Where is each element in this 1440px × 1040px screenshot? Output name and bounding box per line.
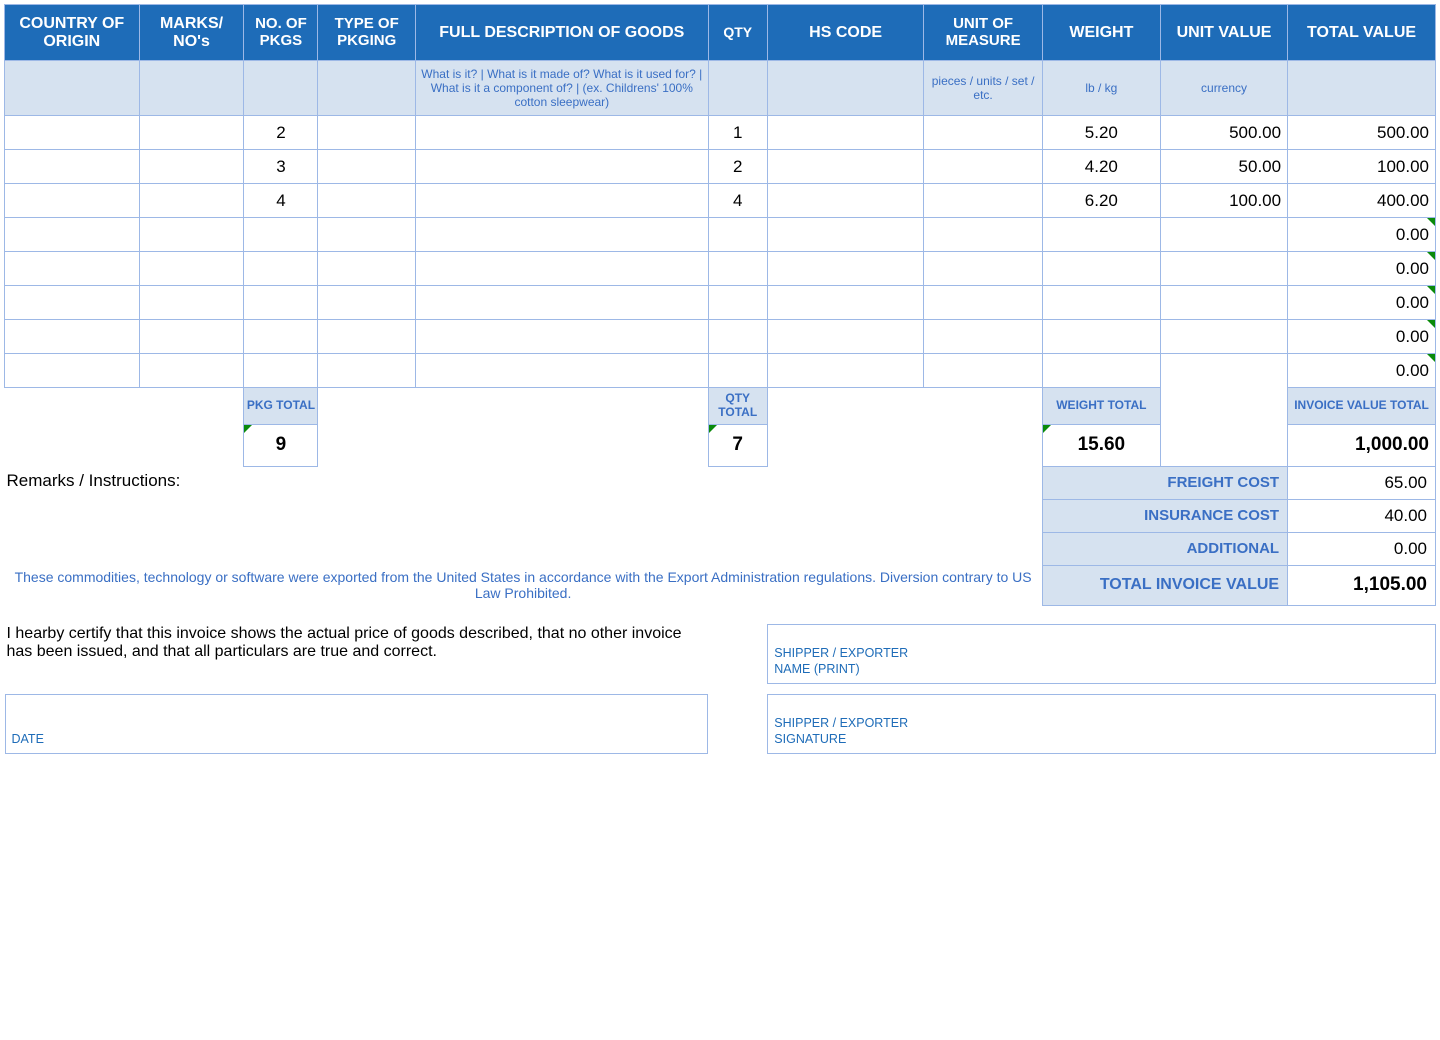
remarks-freight-row: Remarks / Instructions: FREIGHT COST 65.… bbox=[5, 466, 1436, 499]
weight-total-label: WEIGHT TOTAL bbox=[1042, 388, 1160, 425]
cell-pkgs[interactable]: 2 bbox=[244, 116, 318, 150]
cell-unitval[interactable]: 100.00 bbox=[1160, 184, 1287, 218]
hdr-unitval: UNIT VALUE bbox=[1160, 5, 1287, 61]
invoice-total-value: 1,000.00 bbox=[1288, 424, 1436, 466]
hint-weight: lb / kg bbox=[1042, 61, 1160, 116]
table-row: 3 2 4.20 50.00 100.00 bbox=[5, 150, 1436, 184]
cell-qty[interactable]: 2 bbox=[708, 150, 767, 184]
additional-label: ADDITIONAL bbox=[1042, 532, 1287, 565]
hint-unitval: currency bbox=[1160, 61, 1287, 116]
remarks-label: Remarks / Instructions: bbox=[5, 466, 1043, 565]
total-invoice-value: 1,105.00 bbox=[1288, 565, 1436, 605]
hint-uom: pieces / units / set / etc. bbox=[924, 61, 1042, 116]
export-footnote: These commodities, technology or softwar… bbox=[5, 565, 1043, 605]
cell-totval[interactable]: 0.00 bbox=[1288, 252, 1436, 286]
cell-totval[interactable]: 400.00 bbox=[1288, 184, 1436, 218]
comment-indicator-icon bbox=[709, 425, 717, 433]
comment-indicator-icon bbox=[1427, 218, 1435, 226]
signature-box[interactable]: SHIPPER / EXPORTERSIGNATURE bbox=[767, 694, 1435, 754]
comment-indicator-icon bbox=[1043, 425, 1051, 433]
header-row: COUNTRY OF ORIGIN MARKS/ NO's NO. OF PKG… bbox=[5, 5, 1436, 61]
comment-indicator-icon bbox=[244, 425, 252, 433]
table-row: 0.00 bbox=[5, 320, 1436, 354]
hdr-pkging: TYPE OF PKGING bbox=[318, 5, 416, 61]
shipper-name-box[interactable]: SHIPPER / EXPORTERNAME (PRINT) bbox=[767, 624, 1435, 684]
qty-total-value: 7 bbox=[708, 424, 767, 466]
table-row: 0.00 bbox=[5, 218, 1436, 252]
cell-totval[interactable]: 500.00 bbox=[1288, 116, 1436, 150]
pkg-total-value: 9 bbox=[244, 424, 318, 466]
freight-value[interactable]: 65.00 bbox=[1288, 466, 1436, 499]
additional-value[interactable]: 0.00 bbox=[1288, 532, 1436, 565]
cell-qty[interactable]: 4 bbox=[708, 184, 767, 218]
pkg-total-label: PKG TOTAL bbox=[244, 388, 318, 425]
hdr-desc: FULL DESCRIPTION OF GOODS bbox=[415, 5, 708, 61]
cell-weight[interactable]: 4.20 bbox=[1042, 150, 1160, 184]
insurance-value[interactable]: 40.00 bbox=[1288, 499, 1436, 532]
cell-totval[interactable]: 0.00 bbox=[1288, 354, 1436, 388]
hdr-uom: UNIT OF MEASURE bbox=[924, 5, 1042, 61]
date-box[interactable]: DATE bbox=[5, 694, 709, 754]
cell-totval[interactable]: 0.00 bbox=[1288, 286, 1436, 320]
comment-indicator-icon bbox=[1427, 252, 1435, 260]
hdr-country: COUNTRY OF ORIGIN bbox=[5, 5, 140, 61]
table-row: 0.00 bbox=[5, 252, 1436, 286]
table-row: 0.00 bbox=[5, 286, 1436, 320]
hdr-qty: QTY bbox=[708, 5, 767, 61]
cell-unitval[interactable]: 500.00 bbox=[1160, 116, 1287, 150]
cell-qty[interactable]: 1 bbox=[708, 116, 767, 150]
signature-label: SHIPPER / EXPORTERSIGNATURE bbox=[774, 715, 908, 748]
cell-unitval[interactable]: 50.00 bbox=[1160, 150, 1287, 184]
invoice-table: COUNTRY OF ORIGIN MARKS/ NO's NO. OF PKG… bbox=[4, 4, 1436, 759]
total-invoice-row: These commodities, technology or softwar… bbox=[5, 565, 1436, 605]
comment-indicator-icon bbox=[1427, 320, 1435, 328]
hdr-weight: WEIGHT bbox=[1042, 5, 1160, 61]
hint-row: What is it? | What is it made of? What i… bbox=[5, 61, 1436, 116]
comment-indicator-icon bbox=[1427, 354, 1435, 362]
qty-total-label: QTY TOTAL bbox=[708, 388, 767, 425]
table-row: 2 1 5.20 500.00 500.00 bbox=[5, 116, 1436, 150]
shipper-name-label: SHIPPER / EXPORTERNAME (PRINT) bbox=[774, 645, 908, 678]
cell-totval[interactable]: 0.00 bbox=[1288, 320, 1436, 354]
cell-weight[interactable]: 5.20 bbox=[1042, 116, 1160, 150]
total-invoice-label: TOTAL INVOICE VALUE bbox=[1042, 565, 1287, 605]
cert-name-row: I hearby certify that this invoice shows… bbox=[5, 619, 1436, 689]
table-row: 4 4 6.20 100.00 400.00 bbox=[5, 184, 1436, 218]
hdr-totval: TOTAL VALUE bbox=[1288, 5, 1436, 61]
cell-pkgs[interactable]: 3 bbox=[244, 150, 318, 184]
cell-totval[interactable]: 100.00 bbox=[1288, 150, 1436, 184]
weight-total-value: 15.60 bbox=[1042, 424, 1160, 466]
cell-weight[interactable]: 6.20 bbox=[1042, 184, 1160, 218]
cell-totval[interactable]: 0.00 bbox=[1288, 218, 1436, 252]
hdr-hs: HS CODE bbox=[767, 5, 924, 61]
insurance-label: INSURANCE COST bbox=[1042, 499, 1287, 532]
invoice-total-label: INVOICE VALUE TOTAL bbox=[1288, 388, 1436, 425]
cell-pkgs[interactable]: 4 bbox=[244, 184, 318, 218]
freight-label: FREIGHT COST bbox=[1042, 466, 1287, 499]
hdr-marks: MARKS/ NO's bbox=[139, 5, 244, 61]
comment-indicator-icon bbox=[1427, 286, 1435, 294]
hdr-pkgs: NO. OF PKGS bbox=[244, 5, 318, 61]
table-row: 0.00 bbox=[5, 354, 1436, 388]
date-label: DATE bbox=[12, 731, 44, 747]
date-sig-row: DATE SHIPPER / EXPORTERSIGNATURE bbox=[5, 689, 1436, 759]
hint-desc: What is it? | What is it made of? What i… bbox=[415, 61, 708, 116]
certification-text: I hearby certify that this invoice shows… bbox=[5, 619, 709, 667]
